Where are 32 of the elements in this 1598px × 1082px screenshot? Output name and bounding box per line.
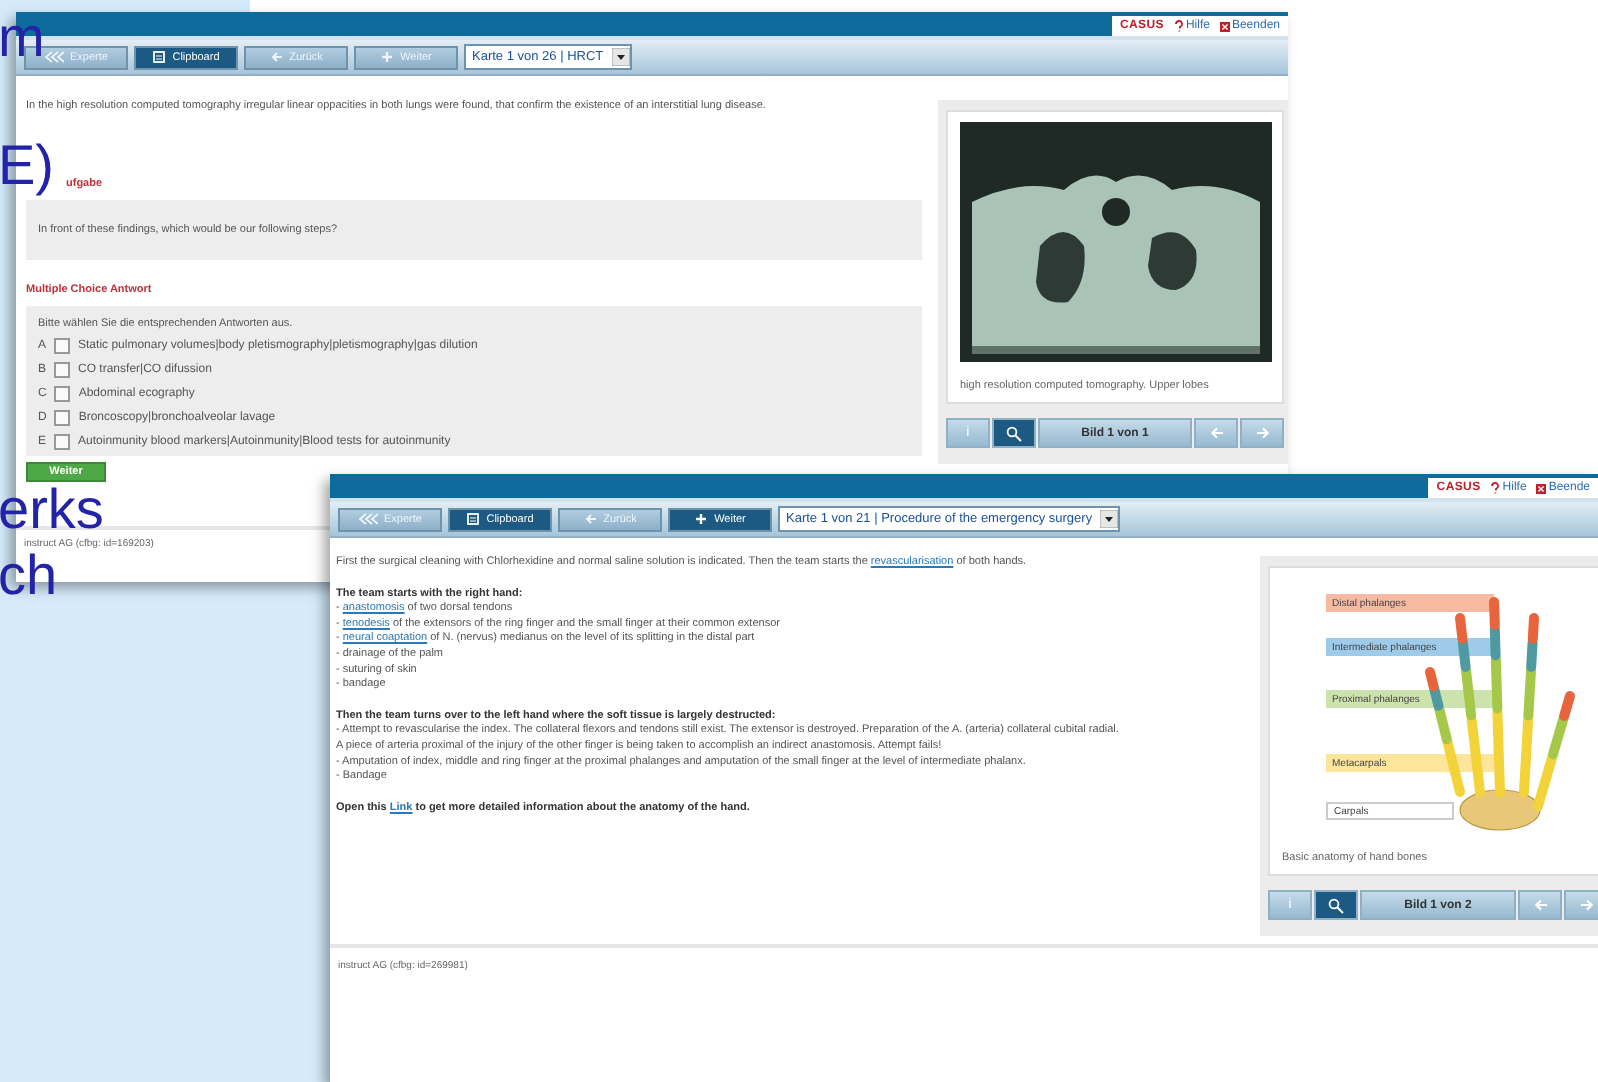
- clipboard-icon: [152, 50, 167, 64]
- left-arrow-icon: [269, 50, 284, 64]
- zoom-icon: [1328, 897, 1344, 913]
- zoom-button[interactable]: [1314, 890, 1358, 920]
- caret-icon[interactable]: [1100, 510, 1119, 528]
- checkbox[interactable]: [54, 385, 71, 402]
- chevrons-icon: [44, 50, 65, 64]
- next-button[interactable]: [1240, 418, 1285, 448]
- next-button[interactable]: [1564, 890, 1598, 920]
- plus-icon: [694, 512, 709, 526]
- left-arrow-icon: [1209, 426, 1224, 440]
- slide-text: ch: [0, 554, 58, 599]
- right-arrow-icon: [1579, 898, 1593, 912]
- previous-button[interactable]: [1518, 890, 1562, 920]
- help-icon: [1490, 482, 1501, 494]
- left-arrow-icon: [583, 512, 598, 526]
- zoom-icon: [1005, 425, 1022, 441]
- plus-icon: [380, 50, 395, 64]
- left-arrow-icon: [1533, 898, 1547, 912]
- chevrons-icon: [358, 512, 379, 526]
- previous-button[interactable]: [1194, 418, 1239, 448]
- close-icon: [1536, 483, 1547, 493]
- checkbox[interactable]: [54, 361, 71, 378]
- checkbox[interactable]: [54, 337, 71, 354]
- clipboard-icon: [466, 512, 481, 526]
- caret-icon[interactable]: [611, 48, 630, 66]
- checkbox[interactable]: [54, 409, 71, 426]
- close-icon: [1219, 21, 1230, 31]
- help-icon: [1173, 20, 1184, 32]
- checkbox[interactable]: [54, 433, 71, 450]
- zoom-button[interactable]: [991, 418, 1036, 448]
- right-arrow-icon: [1255, 426, 1270, 440]
